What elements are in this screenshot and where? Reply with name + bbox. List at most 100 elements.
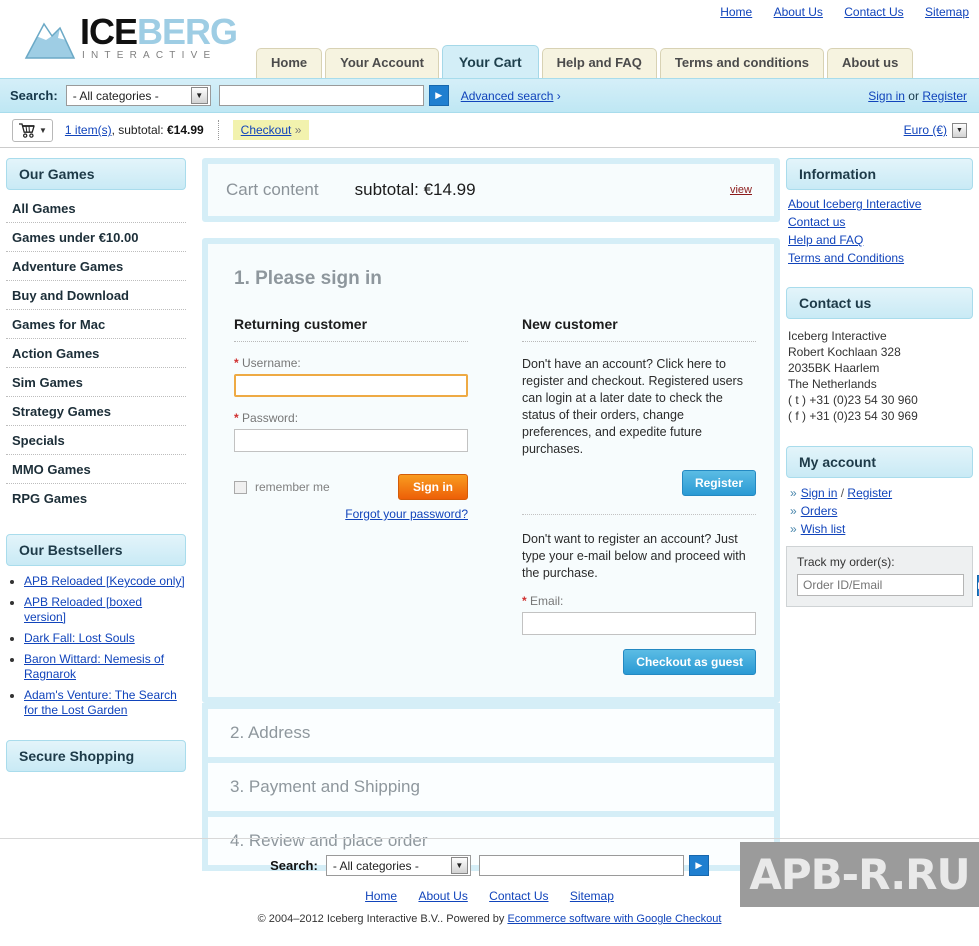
chevron-down-icon: ▼ xyxy=(39,125,47,135)
password-label: Password: xyxy=(242,411,299,425)
search-submit-button[interactable]: ▶ xyxy=(428,85,449,106)
cart-items-link[interactable]: 1 item(s) xyxy=(65,123,112,137)
tab-home[interactable]: Home xyxy=(256,48,323,78)
bestseller-link-baron-wittard[interactable]: Baron Wittard: Nemesis of Ragnarok xyxy=(24,652,164,681)
sidebar-item-specials[interactable]: Specials xyxy=(6,426,186,455)
bestseller-link-dark-fall[interactable]: Dark Fall: Lost Souls xyxy=(24,631,135,645)
bestseller-link-adams-venture[interactable]: Adam's Venture: The Search for the Lost … xyxy=(24,688,177,717)
returning-customer-column: Returning customer * Username: * Passwor… xyxy=(234,316,468,675)
chevron-down-icon: ▼ xyxy=(952,122,967,138)
sidebar-item-action-games[interactable]: Action Games xyxy=(6,339,186,368)
info-link-help-faq[interactable]: Help and FAQ xyxy=(788,233,863,247)
search-input[interactable] xyxy=(218,85,424,106)
sidebar-item-strategy-games[interactable]: Strategy Games xyxy=(6,397,186,426)
currency-selector[interactable]: Euro (€) ▼ xyxy=(904,122,967,138)
account-register-link[interactable]: Register xyxy=(847,486,892,500)
bestseller-link-apb-keycode[interactable]: APB Reloaded [Keycode only] xyxy=(24,574,185,588)
advanced-search: Advanced search › xyxy=(461,89,561,103)
sidebar-item-games-for-mac[interactable]: Games for Mac xyxy=(6,310,186,339)
track-order-label: Track my order(s): xyxy=(797,555,895,569)
checkout-link-highlight[interactable]: Checkout » xyxy=(232,120,310,140)
info-link-terms[interactable]: Terms and Conditions xyxy=(788,251,904,265)
remember-me-checkbox[interactable] xyxy=(234,480,247,494)
site-footer: Search: - All categories - ▼ ▶ Home Abou… xyxy=(0,838,979,943)
currency-link[interactable]: Euro (€) xyxy=(904,123,947,137)
our-games-title: Our Games xyxy=(6,158,186,190)
sidebar-item-adventure-games[interactable]: Adventure Games xyxy=(6,252,186,281)
tab-about-us[interactable]: About us xyxy=(827,48,914,78)
footer-link-home[interactable]: Home xyxy=(365,889,397,903)
auth-links: Sign in or Register xyxy=(868,89,967,103)
contact-address: Iceberg Interactive Robert Kochlaan 328 … xyxy=(786,323,973,424)
forgot-password-link[interactable]: Forgot your password? xyxy=(345,507,468,521)
footer-search-input[interactable] xyxy=(478,855,684,876)
secure-shopping-title: Secure Shopping xyxy=(6,740,186,772)
register-link[interactable]: Register xyxy=(922,89,967,103)
account-orders-link[interactable]: Orders xyxy=(801,504,838,518)
advanced-search-link[interactable]: Advanced search xyxy=(461,89,554,103)
footer-link-about-us[interactable]: About Us xyxy=(418,889,467,903)
utility-link-contact-us[interactable]: Contact Us xyxy=(844,5,903,19)
chevron-down-icon: ▼ xyxy=(450,857,468,874)
step-2-address[interactable]: 2. Address xyxy=(202,703,780,763)
account-wish-list-link[interactable]: Wish list xyxy=(801,522,846,536)
utility-link-sitemap[interactable]: Sitemap xyxy=(925,5,969,19)
site-logo[interactable]: ICEBERG INTERACTIVE xyxy=(22,10,238,66)
cart-content-panel: Cart content subtotal: €14.99 view xyxy=(202,158,780,222)
required-asterisk: * xyxy=(234,356,239,370)
account-sign-in-link[interactable]: Sign in xyxy=(801,486,838,500)
sidebar-item-buy-and-download[interactable]: Buy and Download xyxy=(6,281,186,310)
forgot-password-row: Forgot your password? xyxy=(234,507,468,521)
footer-link-sitemap[interactable]: Sitemap xyxy=(570,889,614,903)
address-line: 2035BK Haarlem xyxy=(788,361,880,375)
powered-by-link[interactable]: Ecommerce software with Google Checkout xyxy=(507,913,721,925)
checkout-as-guest-button[interactable]: Checkout as guest xyxy=(623,649,756,675)
iceberg-mountain-icon xyxy=(24,22,76,59)
search-category-select[interactable]: - All categories - ▼ xyxy=(65,85,211,106)
tab-help-and-faq[interactable]: Help and FAQ xyxy=(541,48,657,78)
email-input[interactable] xyxy=(522,612,756,635)
tab-your-account[interactable]: Your Account xyxy=(325,48,439,78)
info-link-about[interactable]: About Iceberg Interactive xyxy=(788,197,921,211)
register-button[interactable]: Register xyxy=(681,470,756,496)
sign-in-link[interactable]: Sign in xyxy=(868,89,905,103)
sidebar-item-sim-games[interactable]: Sim Games xyxy=(6,368,186,397)
cart-dropdown-button[interactable]: ▼ xyxy=(12,118,53,142)
bestsellers-block: Our Bestsellers APB Reloaded [Keycode on… xyxy=(6,534,186,718)
sidebar-item-rpg-games[interactable]: RPG Games xyxy=(6,484,186,512)
my-account-title: My account xyxy=(786,446,973,478)
remember-me-group[interactable]: remember me xyxy=(234,480,330,494)
username-label-row: * Username: xyxy=(234,356,468,370)
sign-in-button[interactable]: Sign in xyxy=(398,474,468,500)
tab-terms-and-conditions[interactable]: Terms and conditions xyxy=(659,48,824,78)
list-item: » Orders xyxy=(790,504,973,518)
cart-view-link[interactable]: view xyxy=(730,184,752,196)
footer-link-contact-us[interactable]: Contact Us xyxy=(489,889,548,903)
footer-search-submit-button[interactable]: ▶ xyxy=(688,855,709,876)
sidebar-item-games-under-10[interactable]: Games under €10.00 xyxy=(6,223,186,252)
bestseller-link-apb-boxed[interactable]: APB Reloaded [boxed version] xyxy=(24,595,142,624)
chevron-right-icon: › xyxy=(556,88,561,103)
username-input[interactable] xyxy=(234,374,468,397)
logo-text-berg: BERG xyxy=(137,11,238,52)
footer-search-category-select[interactable]: - All categories - ▼ xyxy=(325,855,471,876)
track-order-row: ▶ xyxy=(797,574,979,596)
checkout-link[interactable]: Checkout xyxy=(241,123,292,137)
divider xyxy=(217,120,219,140)
logo-subtitle: INTERACTIVE xyxy=(82,50,217,61)
password-input[interactable] xyxy=(234,429,468,452)
track-order-input[interactable] xyxy=(797,574,964,596)
sidebar-item-mmo-games[interactable]: MMO Games xyxy=(6,455,186,484)
utility-link-about-us[interactable]: About Us xyxy=(774,5,823,19)
tab-your-cart[interactable]: Your Cart xyxy=(441,45,539,78)
address-line: The Netherlands xyxy=(788,377,877,391)
info-link-contact[interactable]: Contact us xyxy=(788,215,845,229)
username-label: Username: xyxy=(242,356,301,370)
sidebar-item-all-games[interactable]: All Games xyxy=(6,194,186,223)
cart-summary: 1 item(s), subtotal: €14.99 xyxy=(65,123,204,137)
required-asterisk: * xyxy=(234,411,239,425)
right-sidebar: Information About Iceberg Interactive Co… xyxy=(786,158,979,838)
step-3-payment-and-shipping[interactable]: 3. Payment and Shipping xyxy=(202,763,780,817)
utility-link-home[interactable]: Home xyxy=(720,5,752,19)
information-block: Information About Iceberg Interactive Co… xyxy=(786,158,973,265)
